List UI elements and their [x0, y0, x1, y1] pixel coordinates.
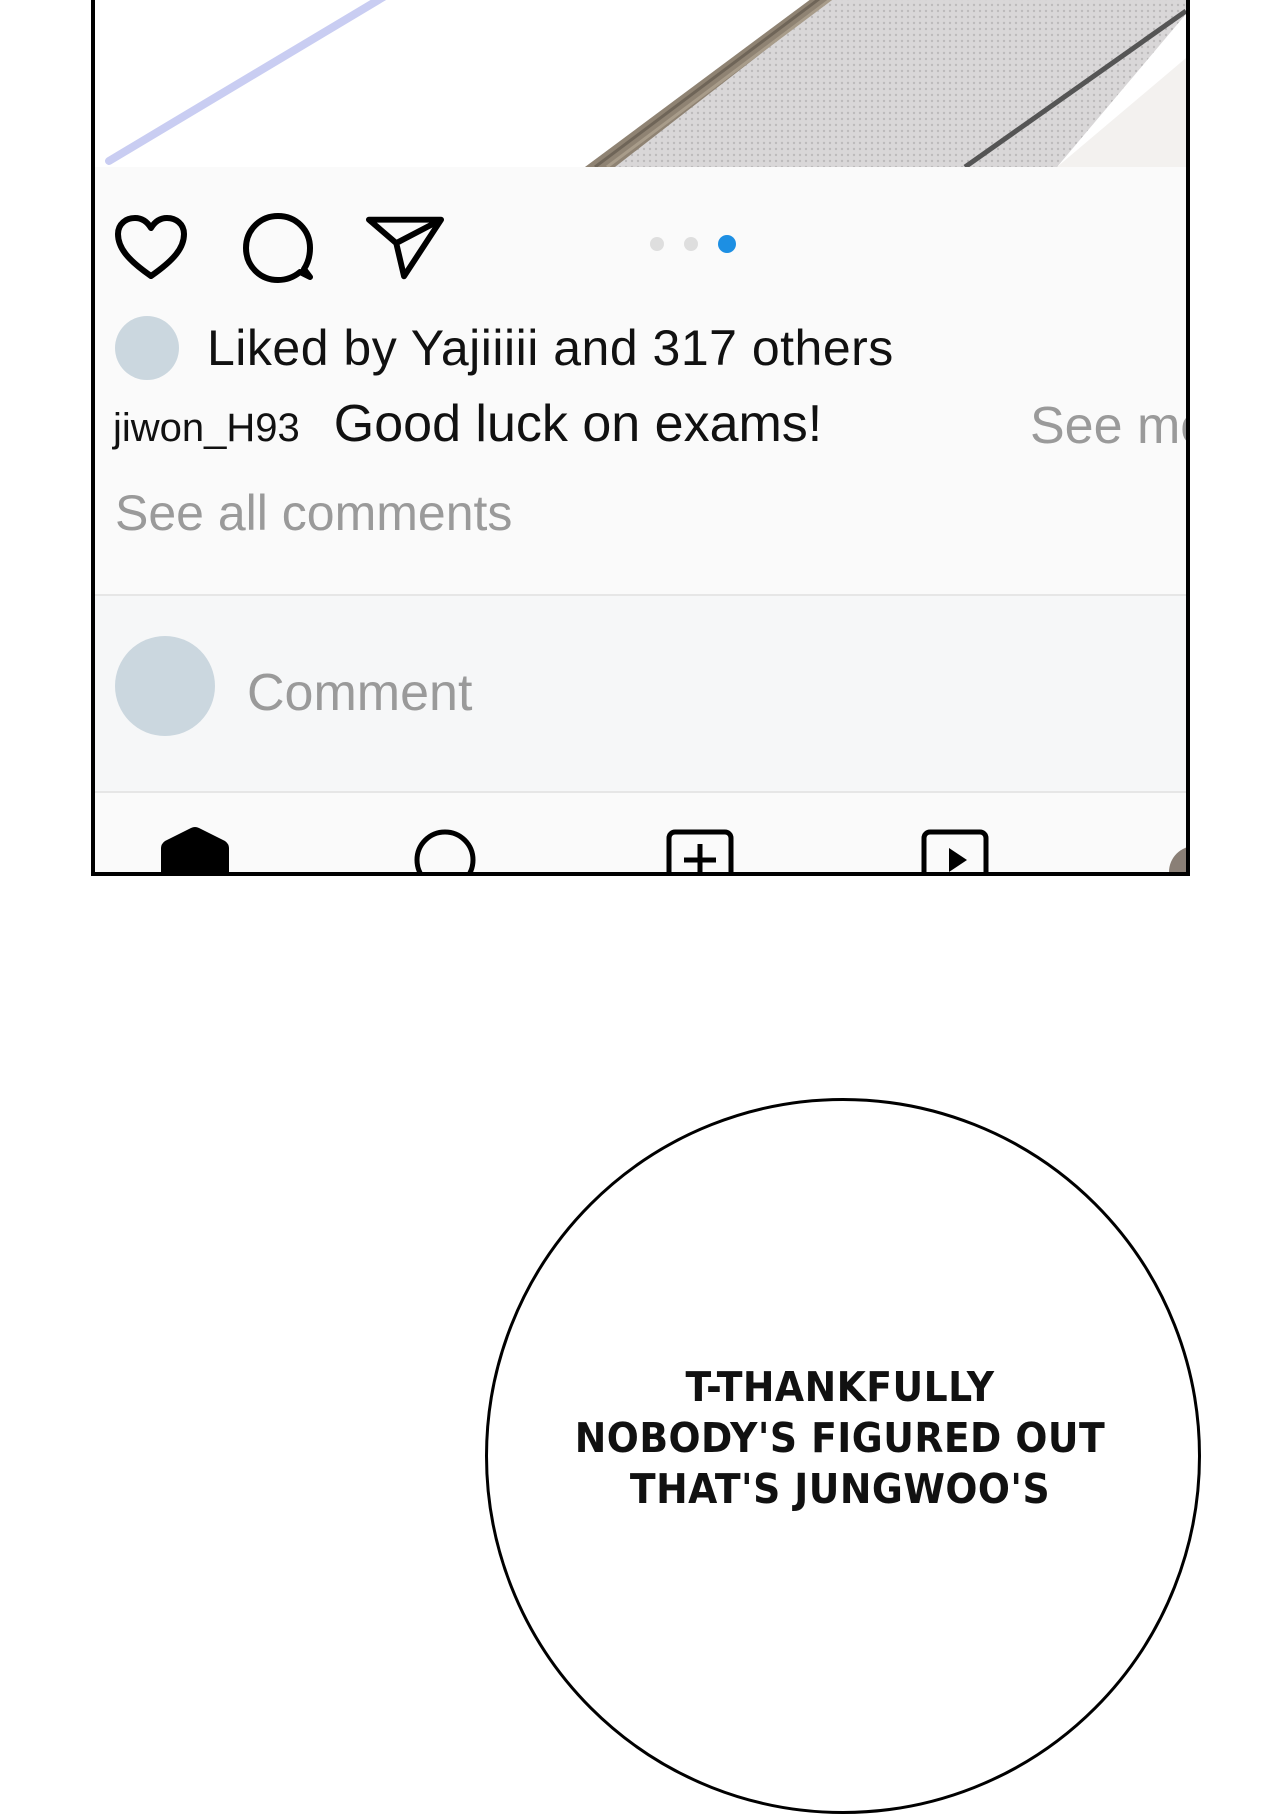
carousel-indicator [650, 235, 736, 253]
nav-home[interactable] [155, 796, 235, 872]
comment-button[interactable] [238, 207, 318, 287]
divider [95, 791, 1186, 793]
comment-input[interactable] [245, 656, 949, 730]
send-icon [365, 216, 445, 280]
carousel-dot-active [718, 235, 736, 253]
likes-text: Liked by Yajiiiii and 317 others [207, 320, 894, 376]
heart-icon [115, 215, 187, 279]
likes-row[interactable]: Liked by Yajiiiii and 317 others [115, 316, 894, 380]
like-button[interactable] [111, 207, 191, 287]
see-more-link[interactable]: See more [1030, 396, 1186, 456]
caption-text: Good luck on exams! [333, 395, 823, 453]
search-icon [414, 829, 476, 872]
carousel-dot [684, 237, 698, 251]
post-image[interactable] [95, 0, 1186, 167]
profile-icon [1169, 847, 1186, 872]
share-button[interactable] [365, 207, 445, 287]
post-image-art [95, 0, 1186, 167]
nav-create[interactable] [660, 796, 740, 872]
caption: jiwon_H93 Good luck on exams! [113, 394, 822, 454]
speech-bubble-text: T-THANKFULLY NOBODY'S FIGURED OUT THAT'S… [564, 1362, 1116, 1515]
nav-profile[interactable] [1165, 796, 1186, 872]
bubble-line: NOBODY'S FIGURED OUT [574, 1414, 1106, 1462]
add-post-icon [666, 829, 734, 872]
nav-reels[interactable] [915, 796, 995, 872]
bubble-line: T-THANKFULLY [685, 1363, 995, 1411]
home-icon [161, 827, 229, 872]
see-all-comments-link[interactable]: See all comments [115, 484, 512, 542]
carousel-dot [650, 237, 664, 251]
comment-icon [243, 213, 313, 283]
bubble-line: THAT'S JUNGWOO'S [629, 1465, 1051, 1513]
reels-icon [921, 829, 989, 872]
nav-search[interactable] [405, 796, 485, 872]
bottom-nav [95, 796, 1186, 872]
liker-avatar [115, 316, 179, 380]
app-screen: Liked by Yajiiiii and 317 others jiwon_H… [91, 0, 1190, 876]
caption-username[interactable]: jiwon_H93 [113, 406, 300, 451]
user-avatar [115, 636, 215, 736]
comment-bar [95, 596, 1186, 791]
